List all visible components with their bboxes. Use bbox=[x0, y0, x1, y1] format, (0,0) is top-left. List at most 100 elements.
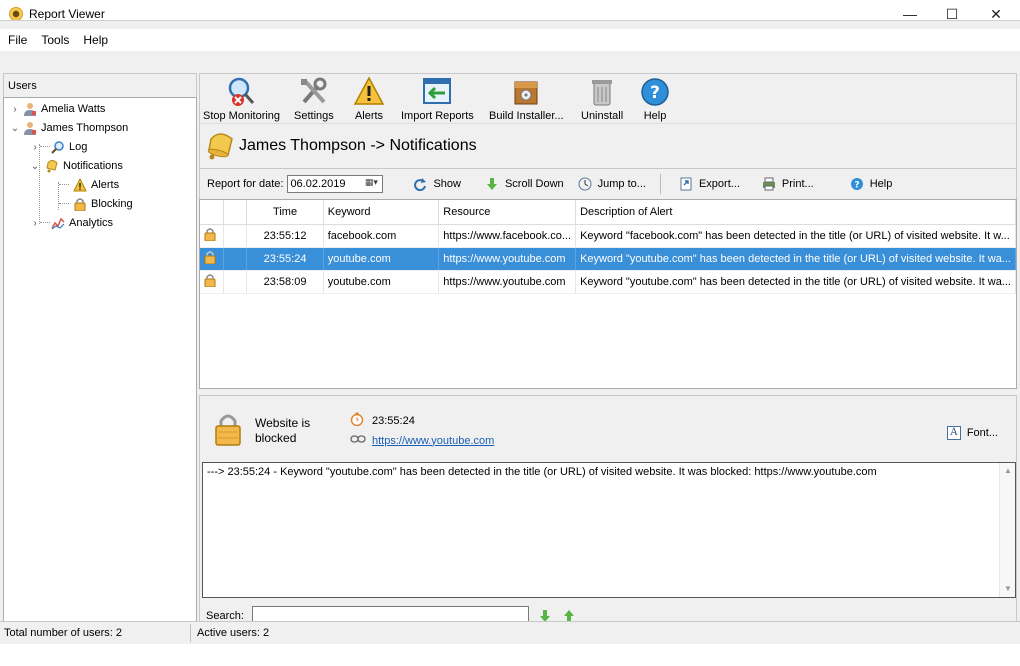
refresh-icon bbox=[413, 177, 427, 191]
tree-item-analytics[interactable]: › Analytics bbox=[30, 214, 113, 232]
tree-item-label: James Thompson bbox=[41, 122, 129, 134]
time-cell: 23:55:12 bbox=[246, 224, 324, 248]
font-button-label: Font... bbox=[966, 427, 998, 439]
row-lock-cell bbox=[200, 224, 225, 248]
report-date-picker[interactable]: 06.02.2019 ▦▾ bbox=[287, 175, 384, 193]
printer-icon bbox=[762, 177, 776, 191]
detail-time: 23:55:24 bbox=[350, 412, 415, 429]
expand-chevron-icon[interactable]: › bbox=[30, 218, 40, 229]
alert-log-textbox[interactable]: ---> 23:55:24 - Keyword "youtube.com" ha… bbox=[202, 462, 1016, 598]
toolbar-label: Stop Monitoring bbox=[203, 110, 281, 122]
keyword-cell: youtube.com bbox=[323, 270, 440, 294]
keyword-cell: facebook.com bbox=[323, 224, 440, 248]
magnifier-icon bbox=[50, 139, 66, 155]
import-icon bbox=[421, 76, 453, 108]
warning-icon bbox=[72, 177, 88, 193]
app-window: File Tools Help Users › Amelia Watts ⌄ J… bbox=[0, 20, 1020, 644]
show-label: Show bbox=[433, 178, 461, 190]
stop-monitoring-button[interactable]: Stop Monitoring bbox=[203, 76, 280, 122]
time-cell: 23:55:24 bbox=[246, 247, 324, 271]
show-button[interactable]: Show bbox=[413, 177, 461, 191]
time-cell: 23:58:09 bbox=[246, 270, 324, 294]
detail-url: https://www.youtube.com bbox=[350, 434, 494, 447]
bell-icon bbox=[206, 131, 236, 161]
tree-item-james-thompson[interactable]: ⌄ James Thompson bbox=[10, 119, 128, 137]
font-button[interactable]: A Font... bbox=[946, 426, 998, 440]
collapse-chevron-icon[interactable]: ⌄ bbox=[10, 123, 20, 134]
status-bar: Total number of users: 2 Active users: 2 bbox=[0, 621, 1020, 643]
row-lock-cell bbox=[200, 270, 225, 294]
calendar-dropdown-icon[interactable]: ▦▾ bbox=[362, 177, 380, 191]
print-label: Print... bbox=[781, 178, 814, 190]
build-installer-button[interactable]: Build Installer... bbox=[489, 76, 564, 122]
menu-help[interactable]: Help bbox=[75, 29, 114, 51]
column-header[interactable] bbox=[200, 200, 225, 225]
detail-url-link[interactable]: https://www.youtube.com bbox=[372, 435, 494, 447]
help-label: Help bbox=[869, 178, 893, 190]
toolbar-label: Alerts bbox=[354, 110, 384, 122]
alerts-button[interactable]: Alerts bbox=[353, 76, 385, 122]
tree-item-notifications[interactable]: ⌄ Notifications bbox=[30, 157, 123, 175]
table-row[interactable]: 23:58:09 youtube.com https://www.youtube… bbox=[200, 270, 1016, 294]
scroll-up-icon[interactable]: ▲ bbox=[1000, 463, 1016, 479]
block-status: Website is blocked bbox=[255, 416, 311, 445]
alert-log-text: ---> 23:55:24 - Keyword "youtube.com" ha… bbox=[207, 466, 877, 478]
menu-file[interactable]: File bbox=[0, 29, 33, 51]
column-header[interactable] bbox=[223, 200, 248, 225]
tree-item-amelia-watts[interactable]: › Amelia Watts bbox=[10, 100, 105, 118]
lock-icon bbox=[72, 196, 88, 212]
report-date-label: Report for date: bbox=[207, 178, 284, 190]
resource-cell: https://www.youtube.com bbox=[438, 247, 577, 271]
print-button[interactable]: Print... bbox=[762, 177, 814, 191]
active-users-status: Active users: 2 bbox=[197, 626, 270, 639]
installer-box-icon bbox=[510, 76, 542, 108]
help-toolbar-button[interactable]: ? Help bbox=[639, 76, 671, 122]
column-header-time[interactable]: Time bbox=[246, 200, 324, 225]
tree-item-blocking[interactable]: Blocking bbox=[70, 195, 133, 213]
description-cell: Keyword "youtube.com" has been detected … bbox=[575, 247, 1016, 271]
clock-icon bbox=[578, 177, 592, 191]
row-marker-cell bbox=[223, 270, 248, 294]
scroll-down-icon[interactable]: ▼ bbox=[1000, 581, 1016, 597]
toolbar-label: Help bbox=[643, 110, 667, 122]
keyword-cell: youtube.com bbox=[323, 247, 440, 271]
tree-item-alerts[interactable]: Alerts bbox=[70, 176, 119, 194]
tree-item-label: Blocking bbox=[91, 198, 133, 210]
expand-chevron-icon[interactable]: › bbox=[30, 142, 40, 153]
users-header: Users bbox=[3, 73, 197, 97]
table-row-selected[interactable]: 23:55:24 youtube.com https://www.youtube… bbox=[200, 247, 1016, 271]
column-header-resource[interactable]: Resource bbox=[438, 200, 577, 225]
date-value: 06.02.2019 bbox=[290, 178, 346, 190]
main-toolbar: Stop Monitoring Settings Alerts Import R… bbox=[199, 73, 1017, 123]
collapse-chevron-icon[interactable]: ⌄ bbox=[30, 161, 40, 172]
uninstall-button[interactable]: Uninstall bbox=[581, 76, 623, 122]
column-header-keyword[interactable]: Keyword bbox=[323, 200, 440, 225]
help-icon: ? bbox=[639, 76, 671, 108]
expand-chevron-icon[interactable]: › bbox=[10, 104, 20, 115]
app-icon bbox=[9, 7, 23, 21]
table-row[interactable]: 23:55:12 facebook.com https://www.facebo… bbox=[200, 224, 1016, 248]
tree-item-log[interactable]: › Log bbox=[30, 138, 87, 156]
section-header: James Thompson -> Notifications bbox=[199, 123, 1017, 169]
alerts-table-grid: Time Keyword Resource Description of Ale… bbox=[200, 200, 1016, 294]
help-button[interactable]: ? Help bbox=[850, 177, 893, 191]
link-icon bbox=[350, 434, 366, 447]
vertical-scrollbar[interactable]: ▲ ▼ bbox=[999, 463, 1015, 597]
main-panel: Stop Monitoring Settings Alerts Import R… bbox=[199, 73, 1017, 639]
stop-monitoring-icon bbox=[226, 76, 258, 108]
settings-button[interactable]: Settings bbox=[294, 76, 334, 122]
column-header-description[interactable]: Description of Alert bbox=[575, 200, 1016, 225]
jump-to-button[interactable]: Jump to... bbox=[578, 177, 646, 191]
toolbar-label: Uninstall bbox=[581, 110, 624, 122]
svg-text:?: ? bbox=[650, 83, 660, 103]
user-icon bbox=[22, 101, 38, 117]
tree-item-label: Log bbox=[69, 141, 88, 153]
scroll-down-label: Scroll Down bbox=[504, 178, 564, 190]
trash-can-icon bbox=[586, 76, 618, 108]
menu-tools[interactable]: Tools bbox=[33, 29, 75, 51]
import-reports-button[interactable]: Import Reports bbox=[401, 76, 474, 122]
tree-item-label: Amelia Watts bbox=[41, 103, 106, 115]
svg-text:?: ? bbox=[854, 181, 859, 191]
scroll-down-button[interactable]: Scroll Down bbox=[485, 177, 564, 191]
export-button[interactable]: Export... bbox=[679, 177, 740, 191]
